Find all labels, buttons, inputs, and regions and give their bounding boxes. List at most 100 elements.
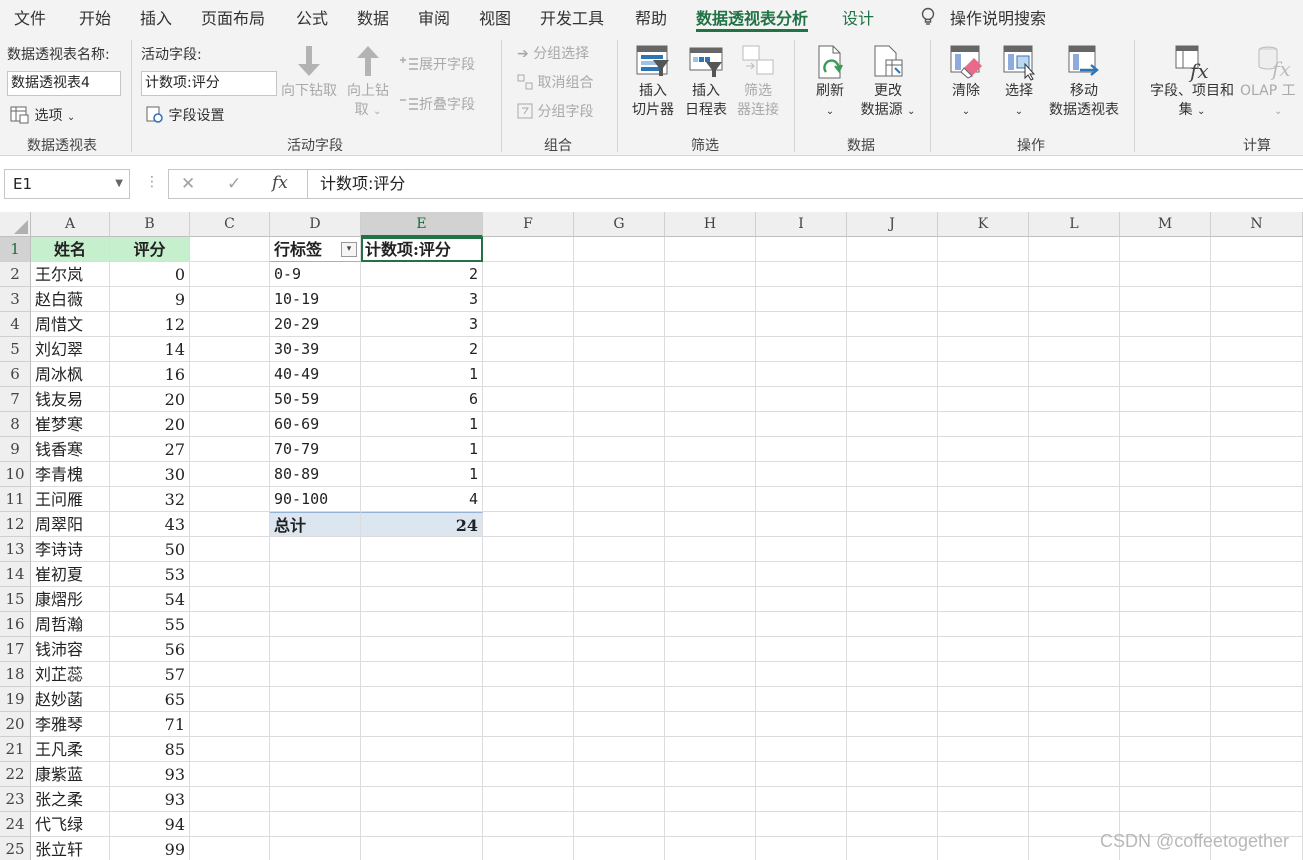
empty-cell[interactable] [1211,587,1303,612]
row-header-14[interactable]: 14 [0,562,31,587]
empty-cell[interactable] [665,487,756,512]
empty-cell[interactable] [574,312,665,337]
score-cell[interactable]: 93 [110,787,190,812]
drill-up-button[interactable]: 向上钻 取 ⌄ [343,44,393,121]
empty-cell[interactable] [1029,487,1120,512]
empty-cell[interactable] [1120,587,1211,612]
row-header-12[interactable]: 12 [0,512,31,537]
pivot-row-label[interactable]: 30-39 [270,337,361,362]
empty-cell[interactable] [756,612,847,637]
empty-cell[interactable] [756,462,847,487]
insert-timeline-button[interactable]: 插入 日程表 [681,44,731,120]
empty-cell[interactable] [190,762,270,787]
empty-cell[interactable] [756,812,847,837]
empty-cell[interactable] [1029,537,1120,562]
empty-cell[interactable] [756,287,847,312]
empty-cell[interactable] [483,637,574,662]
fields-items-sets-button[interactable]: fx 字段、项目和 集 ⌄ [1144,44,1240,121]
insert-slicer-button[interactable]: 插入 切片器 [628,44,678,120]
empty-cell[interactable] [938,762,1029,787]
empty-cell[interactable] [938,362,1029,387]
empty-cell[interactable] [483,287,574,312]
empty-cell[interactable] [190,712,270,737]
tab-view[interactable]: 视图 [479,5,511,29]
empty-cell[interactable] [270,712,361,737]
empty-cell[interactable] [574,812,665,837]
empty-cell[interactable] [756,687,847,712]
empty-cell[interactable] [756,587,847,612]
empty-cell[interactable] [1120,412,1211,437]
column-header-h[interactable]: H [665,212,756,237]
empty-cell[interactable] [361,737,483,762]
empty-cell[interactable] [1211,787,1303,812]
empty-cell[interactable] [483,512,574,537]
empty-cell[interactable] [483,662,574,687]
empty-cell[interactable] [190,787,270,812]
empty-cell[interactable] [938,587,1029,612]
name-cell[interactable]: 王凡柔 [31,737,110,762]
empty-cell[interactable] [938,462,1029,487]
name-cell[interactable]: 钱友易 [31,387,110,412]
empty-cell[interactable] [1211,737,1303,762]
empty-cell[interactable] [1120,437,1211,462]
empty-cell[interactable] [1120,612,1211,637]
empty-cell[interactable] [574,412,665,437]
empty-cell[interactable] [1211,462,1303,487]
empty-cell[interactable] [483,562,574,587]
empty-cell[interactable] [270,662,361,687]
empty-cell[interactable] [483,412,574,437]
name-cell[interactable]: 赵妙菡 [31,687,110,712]
pivot-options-button[interactable]: 选项 ⌄ [10,105,75,125]
empty-cell[interactable] [847,587,938,612]
empty-cell[interactable] [847,362,938,387]
empty-cell[interactable] [1211,337,1303,362]
empty-cell[interactable] [1029,687,1120,712]
empty-cell[interactable] [1120,787,1211,812]
empty-cell[interactable] [483,487,574,512]
empty-cell[interactable] [1211,537,1303,562]
empty-cell[interactable] [665,737,756,762]
empty-cell[interactable] [665,312,756,337]
name-cell[interactable]: 钱沛容 [31,637,110,662]
group-field-button[interactable]: 分组字段 [517,101,593,121]
pivot-row-label[interactable]: 80-89 [270,462,361,487]
pivot-row-label[interactable]: 20-29 [270,312,361,337]
empty-cell[interactable] [665,587,756,612]
empty-cell[interactable] [1211,387,1303,412]
empty-cell[interactable] [190,387,270,412]
empty-cell[interactable] [574,687,665,712]
empty-cell[interactable] [665,787,756,812]
empty-cell[interactable] [938,737,1029,762]
empty-cell[interactable] [1211,762,1303,787]
empty-cell[interactable] [270,612,361,637]
empty-cell[interactable] [574,787,665,812]
tell-me-search[interactable]: 操作说明搜索 [920,5,1046,29]
empty-cell[interactable] [1029,762,1120,787]
empty-cell[interactable] [1120,312,1211,337]
column-header-f[interactable]: F [483,212,574,237]
empty-cell[interactable] [1120,362,1211,387]
pivot-grand-total-value[interactable]: 24 [361,512,483,537]
empty-cell[interactable] [1211,562,1303,587]
empty-cell[interactable] [756,362,847,387]
empty-cell[interactable] [1029,262,1120,287]
score-cell[interactable]: 12 [110,312,190,337]
empty-cell[interactable] [847,637,938,662]
empty-cell[interactable] [361,712,483,737]
empty-cell[interactable] [665,712,756,737]
pivot-row-label[interactable]: 40-49 [270,362,361,387]
empty-cell[interactable] [190,412,270,437]
tab-insert[interactable]: 插入 [140,5,172,29]
score-cell[interactable]: 16 [110,362,190,387]
empty-cell[interactable] [190,737,270,762]
filter-dropdown-icon[interactable]: ▾ [341,242,357,257]
empty-cell[interactable] [938,712,1029,737]
name-cell[interactable]: 崔梦寒 [31,412,110,437]
empty-cell[interactable] [847,337,938,362]
empty-cell[interactable] [665,537,756,562]
empty-cell[interactable] [1029,437,1120,462]
empty-cell[interactable] [938,312,1029,337]
empty-cell[interactable] [938,837,1029,860]
column-header-i[interactable]: I [756,212,847,237]
empty-cell[interactable] [361,637,483,662]
